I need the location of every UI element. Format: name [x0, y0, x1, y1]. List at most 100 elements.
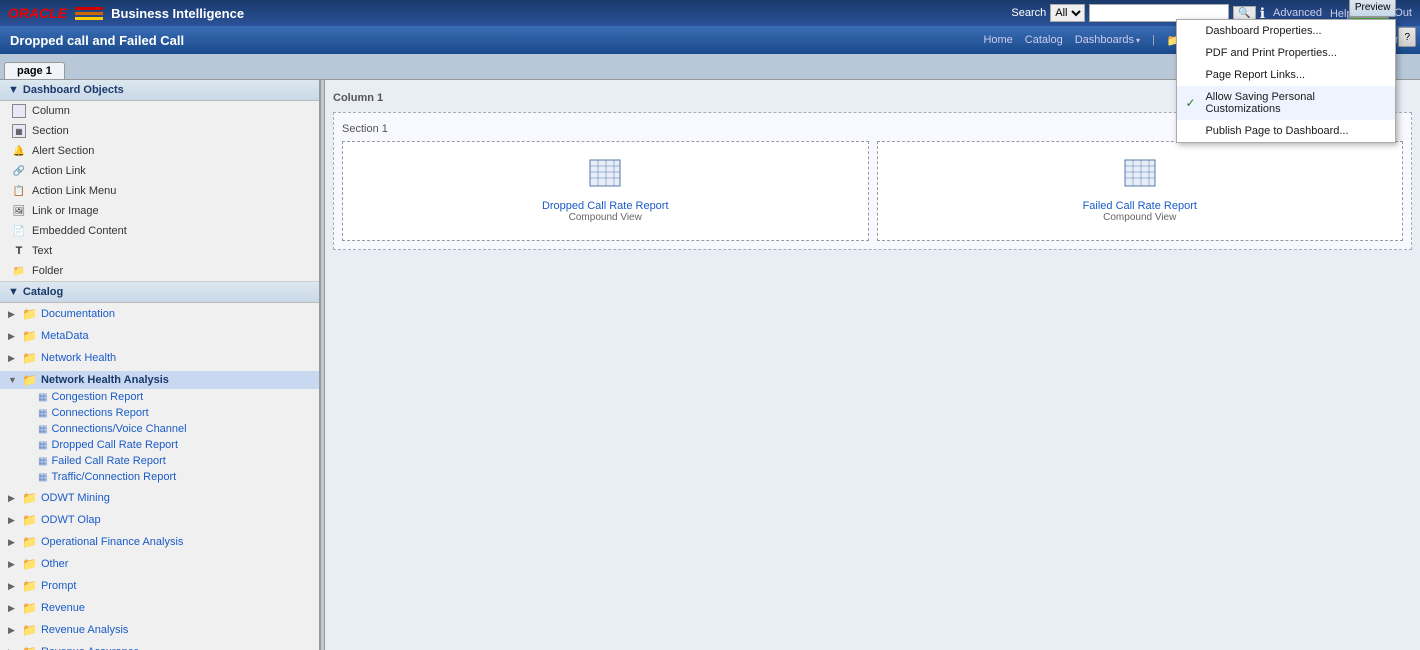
tree-label-network-health-analysis[interactable]: ▼ 📁 Network Health Analysis — [0, 371, 319, 389]
report-view-dropped: Compound View — [569, 212, 642, 223]
tree-item-operational-finance: ▶ 📁 Operational Finance Analysis — [0, 531, 319, 553]
catalog-collapse-icon: ▼ — [8, 286, 19, 298]
catalog-header[interactable]: ▼ Catalog — [0, 282, 319, 303]
collapse-icon: ▼ — [8, 84, 19, 96]
tree-item-odwt-olap: ▶ 📁 ODWT Olap — [0, 509, 319, 531]
expand-icon: ▶ — [8, 515, 18, 526]
preview-button[interactable]: Preview — [1349, 0, 1397, 17]
right-content: Column 1 Section 1 — [325, 80, 1420, 650]
tree-item-metadata: ▶ 📁 MetaData — [0, 325, 319, 347]
column-icon — [12, 104, 26, 118]
help-button[interactable]: ? — [1398, 27, 1416, 47]
tree-item-revenue-analysis: ▶ 📁 Revenue Analysis — [0, 619, 319, 641]
object-action-link-menu[interactable]: 📋 Action Link Menu — [0, 181, 319, 201]
tree-label-revenue-analysis[interactable]: ▶ 📁 Revenue Analysis — [0, 621, 319, 639]
report-grid-icon — [589, 159, 621, 194]
tree-item-other: ▶ 📁 Other — [0, 553, 319, 575]
expand-icon: ▶ — [8, 331, 18, 342]
tree-label-traffic-connection-report[interactable]: ▦ Traffic/Connection Report — [16, 469, 319, 485]
tree-label-operational-finance[interactable]: ▶ 📁 Operational Finance Analysis — [0, 533, 319, 551]
bi-title: Business Intelligence — [111, 6, 244, 21]
expand-icon: ▶ — [8, 625, 18, 636]
tree-label-connections-report[interactable]: ▦ Connections Report — [16, 405, 319, 421]
check-icon: ✓ — [1185, 96, 1195, 110]
report-name-dropped: Dropped Call Rate Report — [542, 200, 669, 212]
reports-grid: Dropped Call Rate Report Compound View — [342, 141, 1403, 241]
object-folder[interactable]: 📁 Folder — [0, 261, 319, 281]
main-layout: ▼ Dashboard Objects Column ▦ Section 🔔 A… — [0, 80, 1420, 650]
pdf-print-properties-item[interactable]: PDF and Print Properties... — [1177, 42, 1395, 64]
catalog-tree: ▶ 📁 Documentation ▶ 📁 MetaData — [0, 303, 319, 650]
object-link-or-image[interactable]: 🖼 Link or Image — [0, 201, 319, 221]
page-options-dropdown: Dashboard Properties... PDF and Print Pr… — [1176, 19, 1396, 143]
report-cell-dropped-call: Dropped Call Rate Report Compound View — [342, 141, 869, 241]
dashboard-objects-list: Column ▦ Section 🔔 Alert Section 🔗 Actio… — [0, 101, 319, 281]
tree-label-revenue-assurance[interactable]: ▶ 📁 Revenue Assurance — [0, 643, 319, 650]
file-icon: ▦ — [38, 440, 47, 451]
tree-item-prompt: ▶ 📁 Prompt — [0, 575, 319, 597]
report-view-failed: Compound View — [1103, 212, 1176, 223]
oracle-logo: ORACLE Business Intelligence — [8, 5, 244, 21]
expand-icon: ▶ — [8, 309, 18, 320]
report-cell-failed-call: Failed Call Rate Report Compound View — [877, 141, 1404, 241]
home-link[interactable]: Home — [983, 34, 1012, 46]
tab-page1[interactable]: page 1 — [4, 62, 65, 79]
publish-page-item[interactable]: Publish Page to Dashboard... — [1177, 120, 1395, 142]
tree-label-metadata[interactable]: ▶ 📁 MetaData — [0, 327, 319, 345]
link-image-icon: 🖼 — [12, 204, 26, 218]
object-section[interactable]: ▦ Section — [0, 121, 319, 141]
file-icon: ▦ — [38, 472, 47, 483]
tree-label-documentation[interactable]: ▶ 📁 Documentation — [0, 305, 319, 323]
tree-children-network-health-analysis: ▦ Congestion Report ▦ Connections Report… — [0, 389, 319, 485]
action-link-icon: 🔗 — [12, 164, 26, 178]
object-action-link[interactable]: 🔗 Action Link — [0, 161, 319, 181]
tree-item-network-health-analysis: ▼ 📁 Network Health Analysis ▦ Congestion… — [0, 369, 319, 487]
object-embedded-content[interactable]: 📄 Embedded Content — [0, 221, 319, 241]
catalog-section: ▼ Catalog ▶ 📁 Documentation ▶ 📁 — [0, 282, 319, 650]
dashboards-dropdown[interactable]: Dashboards ▾ — [1075, 34, 1140, 46]
report-name-failed: Failed Call Rate Report — [1083, 200, 1197, 212]
tree-label-odwt-mining[interactable]: ▶ 📁 ODWT Mining — [0, 489, 319, 507]
expand-icon: ▶ — [8, 353, 18, 364]
expand-icon: ▶ — [8, 537, 18, 548]
file-icon: ▦ — [38, 456, 47, 467]
dashboard-properties-item[interactable]: Dashboard Properties... — [1177, 20, 1395, 42]
expand-icon: ▶ — [8, 493, 18, 504]
preview-run-wrapper: Preview ▶ Run ⊞ ☰ Dashboard Properties..… — [1349, 0, 1397, 77]
allow-saving-item[interactable]: ✓ Allow Saving Personal Customizations — [1177, 86, 1395, 120]
tree-label-other[interactable]: ▶ 📁 Other — [0, 555, 319, 573]
folder-obj-icon: 📁 — [12, 264, 26, 278]
file-icon: ▦ — [38, 408, 47, 419]
file-icon: ▦ — [38, 392, 47, 403]
catalog-link[interactable]: Catalog — [1025, 34, 1063, 46]
object-alert-section[interactable]: 🔔 Alert Section — [0, 141, 319, 161]
report-grid-icon-2 — [1124, 159, 1156, 194]
tree-label-revenue[interactable]: ▶ 📁 Revenue — [0, 599, 319, 617]
expand-icon: ▼ — [8, 375, 18, 385]
expand-icon: ▶ — [8, 603, 18, 614]
search-label: Search — [1011, 7, 1046, 19]
tabs-bar: page 1 ➕ ⚙ ≡ Preview ▶ Run ⊞ ☰ Dashboard… — [0, 54, 1420, 80]
object-column[interactable]: Column — [0, 101, 319, 121]
tabs-right-controls: ➕ ⚙ ≡ Preview ▶ Run ⊞ ☰ Dashboard Proper… — [1305, 0, 1420, 79]
left-panel: ▼ Dashboard Objects Column ▦ Section 🔔 A… — [0, 80, 320, 650]
action-link-menu-icon: 📋 — [12, 184, 26, 198]
tree-label-failed-call-report[interactable]: ▦ Failed Call Rate Report — [16, 453, 319, 469]
dashboard-objects-section: ▼ Dashboard Objects Column ▦ Section 🔔 A… — [0, 80, 319, 282]
tree-label-congestion-report[interactable]: ▦ Congestion Report — [16, 389, 319, 405]
tree-item-network-health: ▶ 📁 Network Health — [0, 347, 319, 369]
tree-label-odwt-olap[interactable]: ▶ 📁 ODWT Olap — [0, 511, 319, 529]
embedded-content-icon: 📄 — [12, 224, 26, 238]
tree-label-network-health[interactable]: ▶ 📁 Network Health — [0, 349, 319, 367]
tree-label-connections-voice[interactable]: ▦ Connections/Voice Channel — [16, 421, 319, 437]
object-text[interactable]: T Text — [0, 241, 319, 261]
dashboard-objects-header[interactable]: ▼ Dashboard Objects — [0, 80, 319, 101]
tree-item-revenue-assurance: ▶ 📁 Revenue Assurance — [0, 641, 319, 650]
tree-label-prompt[interactable]: ▶ 📁 Prompt — [0, 577, 319, 595]
oracle-text: ORACLE — [8, 5, 67, 21]
search-scope-select[interactable]: All — [1050, 4, 1085, 22]
expand-icon: ▶ — [8, 559, 18, 570]
page-report-links-item[interactable]: Page Report Links... — [1177, 64, 1395, 86]
tree-label-dropped-call-report[interactable]: ▦ Dropped Call Rate Report — [16, 437, 319, 453]
tree-item-odwt-mining: ▶ 📁 ODWT Mining — [0, 487, 319, 509]
